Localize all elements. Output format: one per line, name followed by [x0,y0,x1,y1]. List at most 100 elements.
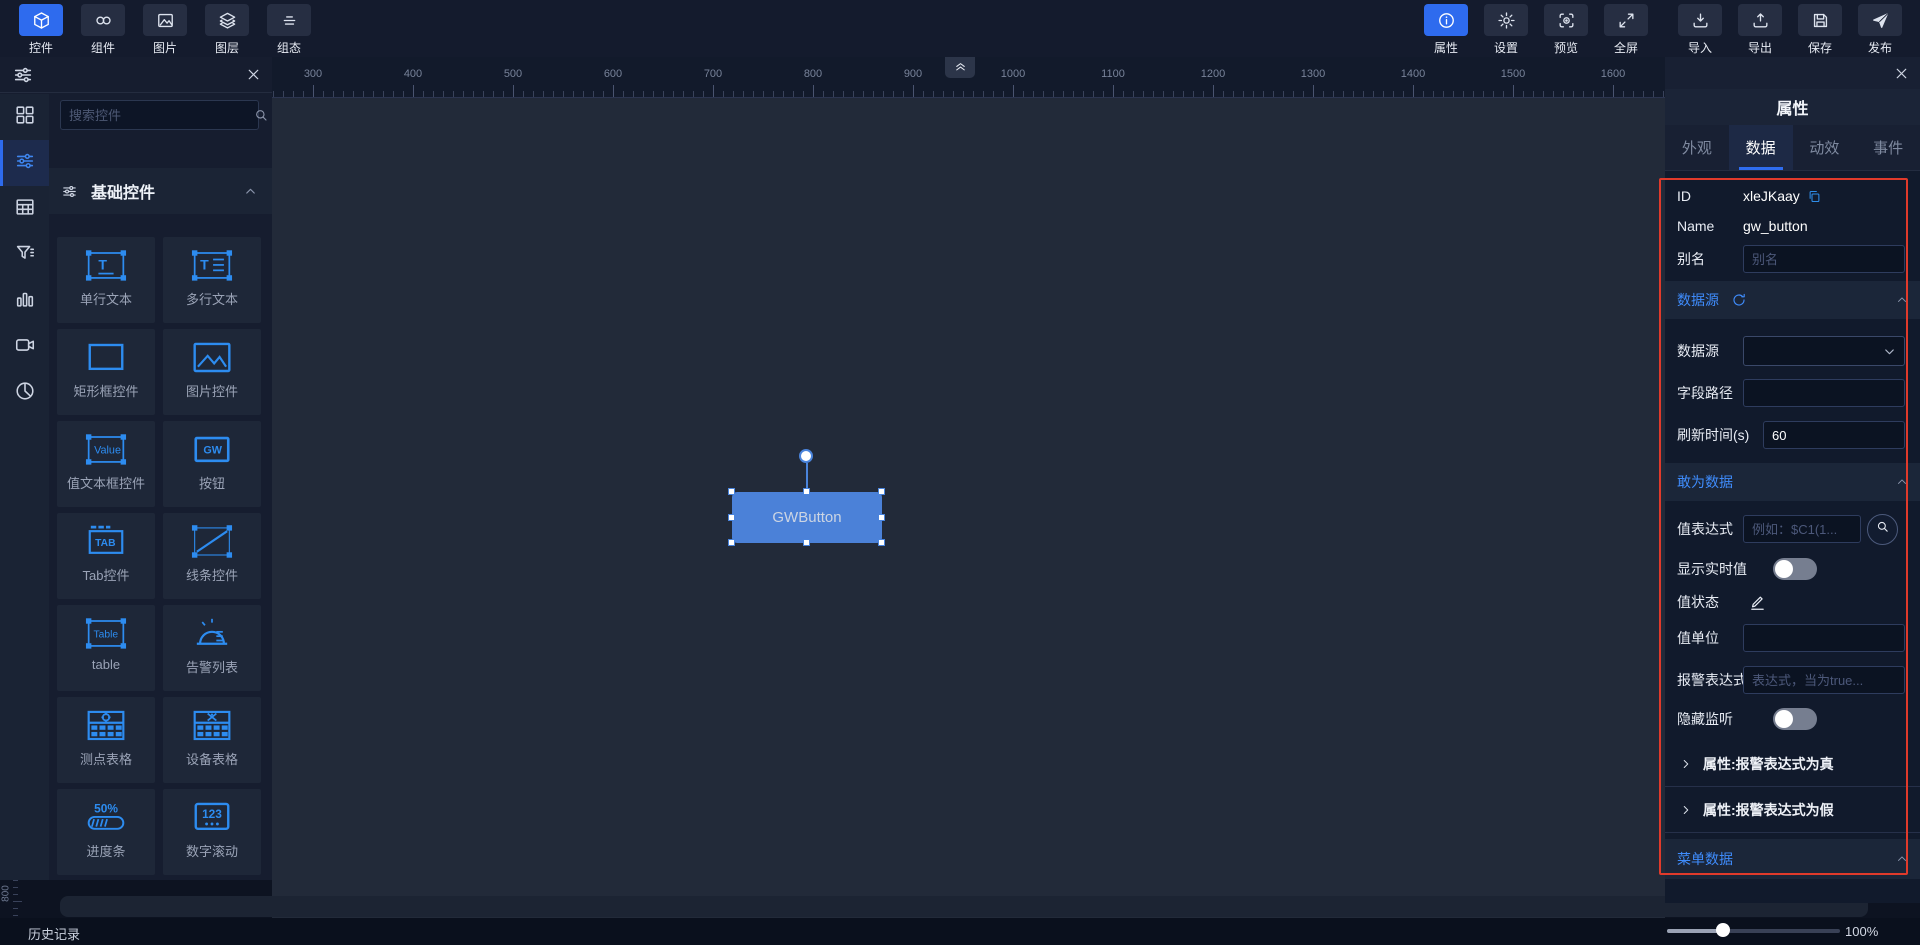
tab-数据[interactable]: 数据 [1728,125,1793,170]
ruler-tick [1323,91,1324,97]
ruler-tick [893,91,894,97]
chevron-up-icon[interactable] [1895,475,1909,489]
palette-item-tab-widget[interactable]: TAB Tab控件 [57,513,155,599]
copy-icon[interactable] [1807,189,1822,204]
palette-item-point-table[interactable]: 测点表格 [57,697,155,783]
toolbar-button-import[interactable]: 导入 [1675,4,1725,56]
ruler-tick [1183,91,1184,97]
tab-外观[interactable]: 外观 [1665,125,1729,170]
palette-item-value-text[interactable]: Value 值文本框控件 [57,421,155,507]
toolbar-collapse-tab[interactable] [945,57,975,78]
resize-handle-se[interactable] [878,539,885,546]
widget-sidebar: 基础控件 T单行文本T多行文本矩形框控件图片控件Value值文本框控件GW按钮T… [0,57,272,880]
chevron-up-icon[interactable] [243,184,258,199]
ruler-tick [1083,91,1084,97]
palette-item-single-text[interactable]: T 单行文本 [57,237,155,323]
toolbar-button-scada[interactable]: 组态 [264,4,314,56]
ruler-tick [1563,91,1564,97]
toolbar-left-group: 控件 组件 图片 图层 组态 [16,4,314,56]
ruler-tick [933,91,934,97]
palette-item-line-widget[interactable]: 线条控件 [163,513,261,599]
refresh-icon[interactable] [1731,292,1747,308]
rail-item-pie[interactable] [0,370,49,416]
bottom-bar: 历史记录 100% [0,918,1920,945]
show-realtime-toggle[interactable] [1773,558,1817,580]
toolbar-button-components[interactable]: 组件 [78,4,128,56]
rail-item-basic[interactable] [0,140,49,186]
resize-handle-nw[interactable] [728,488,735,495]
toolbar-button-fullscreen[interactable]: 全屏 [1601,4,1651,56]
gw-data-section-title: 敢为数据 [1677,474,1733,490]
name-label: Name [1677,218,1715,234]
section-gw-data[interactable]: 敢为数据 [1665,463,1920,501]
history-record-label[interactable]: 历史记录 [28,924,80,943]
palette-item-number-scroll[interactable]: 123 数字滚动 [163,789,261,875]
alarm-expr-input[interactable] [1743,666,1905,694]
rail-item-chart[interactable] [0,278,49,324]
refresh-time-input[interactable] [1763,421,1905,449]
datasource-select[interactable] [1743,336,1905,366]
ruler-tick [1403,91,1404,97]
resize-handle-sw[interactable] [728,539,735,546]
value-expr-input[interactable] [1743,515,1861,543]
canvas-bottom-scrollbar[interactable] [60,896,1868,917]
palette-item-rect-widget[interactable]: 矩形框控件 [57,329,155,415]
rail-item-grid[interactable] [0,94,49,140]
palette-item-device-table[interactable]: 设备表格 [163,697,261,783]
palette-item-multi-text[interactable]: T 多行文本 [163,237,261,323]
resize-handle-n[interactable] [803,488,810,495]
alias-input[interactable] [1743,245,1905,273]
sidebar-close-icon[interactable] [245,66,262,83]
ruler-tick [1433,91,1434,97]
resize-handle-e[interactable] [878,514,885,521]
zoom-slider-track[interactable] [1667,929,1840,933]
ruler-tick-major [1113,85,1114,97]
ruler-label: 1400 [1400,68,1426,80]
rotation-handle[interactable] [799,449,813,463]
ruler-tick [1333,91,1334,97]
section-basic-widgets[interactable]: 基础控件 [49,168,272,214]
panel-close-icon[interactable] [1893,65,1910,82]
rail-item-table[interactable] [0,186,49,232]
search-icon[interactable] [253,107,269,123]
resize-handle-s[interactable] [803,539,810,546]
toolbar-button-save[interactable]: 保存 [1795,4,1845,56]
palette-item-progress-bar[interactable]: 50% 进度条 [57,789,155,875]
toolbar-button-export[interactable]: 导出 [1735,4,1785,56]
value-unit-input[interactable] [1743,624,1905,652]
palette-item-gw-button[interactable]: GW 按钮 [163,421,261,507]
toolbar-button-publish[interactable]: 发布 [1855,4,1905,56]
toolbar-button-settings[interactable]: 设置 [1481,4,1531,56]
zoom-slider-knob[interactable] [1716,923,1730,937]
value-state-label: 值状态 [1677,594,1719,610]
canvas-gw-button[interactable]: GWButton [728,488,885,546]
collapse-alarm-true[interactable]: 属性:报警表达式为真 [1665,741,1920,787]
section-menu-data[interactable]: 菜单数据 [1665,839,1920,879]
edit-pencil-icon[interactable] [1749,594,1766,611]
chevron-up-icon[interactable] [1895,852,1909,866]
toolbar-button-layers[interactable]: 图层 [202,4,252,56]
hide-listen-toggle[interactable] [1773,708,1817,730]
rail-item-filter[interactable] [0,232,49,278]
canvas[interactable]: 300 400 500 600 700 800 900 1000 1100 1200 1300 140… [272,57,1665,918]
palette-item-image-widget[interactable]: 图片控件 [163,329,261,415]
toolbar-button-widgets[interactable]: 控件 [16,4,66,56]
palette-item-alarm-list[interactable]: 告警列表 [163,605,261,691]
palette-item-table-widget[interactable]: Table table [57,605,155,691]
resize-handle-w[interactable] [728,514,735,521]
field-path-input[interactable] [1743,379,1905,407]
tab-动效[interactable]: 动效 [1793,125,1857,170]
resize-handle-ne[interactable] [878,488,885,495]
chevron-up-icon[interactable] [1895,293,1909,307]
collapse-alarm-false[interactable]: 属性:报警表达式为假 [1665,787,1920,833]
toolbar-button-images[interactable]: 图片 [140,4,190,56]
rail-item-video[interactable] [0,324,49,370]
toolbar-button-properties[interactable]: 属性 [1421,4,1471,56]
palette-item-label: 告警列表 [185,660,238,675]
expression-search-button[interactable] [1867,513,1898,545]
section-datasource[interactable]: 数据源 [1665,281,1920,319]
toolbar-button-preview[interactable]: 预览 [1541,4,1591,56]
search-input[interactable] [61,107,253,123]
ruler-tick [1463,91,1464,97]
tab-事件[interactable]: 事件 [1856,125,1920,170]
